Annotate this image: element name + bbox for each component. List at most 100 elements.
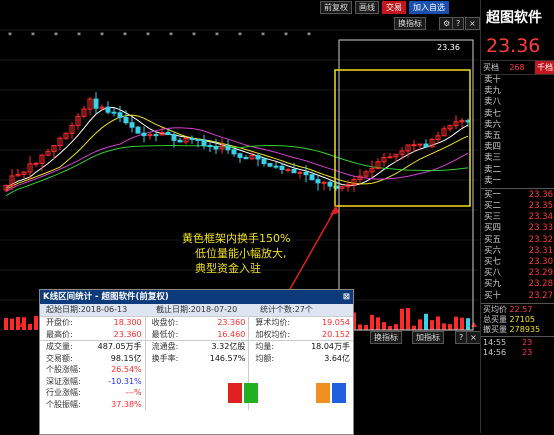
buy-unit-button[interactable]: 千档 (535, 61, 554, 74)
tick-row: 14:56 23 (483, 347, 533, 357)
stat-cell: 成交量: 487.05万手 (40, 340, 145, 353)
buy-count: 268 (509, 63, 525, 72)
order-depth-header: 买档 268 千档 (481, 60, 554, 75)
range-stats-dialog: K线区间统计 - 超图软件(前复权) ⊠ 起始日期:2018-06-13 截止日期… (39, 289, 354, 435)
dialog-title: K线区间统计 - 超图软件(前复权) ⊠ (40, 290, 353, 304)
stat-cell: 开盘价: 18.300 (46, 318, 142, 327)
start-date: 起始日期:2018-06-13 (46, 305, 128, 314)
sells-row: 卖六 (481, 120, 554, 131)
stat-cell: 个股振幅: 37.38% (46, 399, 142, 409)
help-icon[interactable]: ? (452, 17, 465, 30)
dialog-header-row: 起始日期:2018-06-13 截止日期:2018-07-20 统计个数:27个 (40, 304, 353, 316)
buys-row: 买四 23.33 (481, 223, 554, 234)
sells-label: 卖五 (484, 130, 502, 141)
buys-row: 买七 23.30 (481, 257, 554, 268)
annotation-line-2: 低位量能小幅放大, (195, 246, 287, 260)
svg-text:*: * (54, 31, 58, 40)
sells-row: 卖九 (481, 86, 554, 97)
buys-label: 买三 (484, 212, 502, 223)
close-icon[interactable]: × (465, 17, 480, 30)
buys-label: 买八 (484, 268, 502, 279)
buys-price: 23.31 (528, 245, 553, 256)
buys-price: 23.32 (528, 234, 553, 245)
buys-price: 23.29 (528, 268, 553, 279)
sells-label: 卖四 (484, 142, 502, 153)
stat-cell: 流通盘: 3.32亿股 (145, 340, 249, 353)
top-price-label: 23.36 (437, 43, 460, 52)
sells-label: 卖三 (484, 153, 502, 164)
swap-indicator-bottom-button[interactable]: 换指标 (370, 331, 402, 344)
mini-bar-chart (146, 363, 351, 403)
fq-button[interactable]: 前复权 (320, 0, 352, 14)
svg-text:*: * (146, 31, 150, 40)
annotation-line-3: 典型资金入驻 (195, 261, 261, 275)
top-toolbar: 前复权 画线 交易 加入自选 (320, 0, 449, 14)
dialog-close-icon[interactable]: ⊠ (343, 290, 350, 304)
stats-col-1: 开盘价: 18.300 最高价: 23.360 成交量: 487.05万手 交易额: 98.1… (40, 317, 146, 410)
sells-label: 卖二 (484, 164, 502, 175)
sells-label: 卖六 (484, 119, 502, 130)
end-date: 截止日期:2018-07-20 (156, 305, 238, 314)
stat-cell: 算术均价: 19.054 (255, 318, 350, 327)
svg-text:*: * (238, 31, 242, 40)
trade-button[interactable]: 交易 (382, 0, 406, 14)
sells-row: 卖三 (481, 153, 554, 164)
buys-row: 买二 23.35 (481, 201, 554, 212)
buys-row: 买五 23.32 (481, 235, 554, 246)
buys-label: 买五 (484, 234, 502, 245)
sells-row: 卖十 (481, 75, 554, 86)
buys-row: 买一 23.36 (481, 190, 554, 201)
sells-label: 卖七 (484, 108, 502, 119)
buys-label: 买四 (484, 223, 502, 234)
add-indicator-button[interactable]: 加指标 (412, 331, 444, 344)
avg-buy-row: 买均价 22.57 (483, 304, 533, 314)
buys-label: 买六 (484, 245, 502, 256)
stat-cell: 个股涨幅: 26.54% (46, 365, 142, 374)
svg-text:*: * (284, 31, 288, 40)
buy-label: 买档 (483, 63, 499, 72)
swap-indicator-top-button[interactable]: 换指标 (394, 17, 426, 30)
sells-row: 卖四 (481, 142, 554, 153)
buys-price: 23.35 (528, 201, 553, 212)
sell-orders: 卖十 卖九 卖八 卖七 卖六 卖五 卖四 卖三 卖二 卖一 (481, 75, 554, 187)
stat-cell: 最高价: 23.360 (46, 329, 142, 339)
buys-row: 买十 23.27 (481, 291, 554, 302)
sells-row: 卖一 (481, 176, 554, 187)
svg-text:*: * (169, 31, 173, 40)
close-icon-bottom[interactable]: × (466, 331, 481, 344)
buys-row: 买三 23.34 (481, 212, 554, 223)
svg-text:*: * (31, 31, 35, 40)
svg-text:*: * (77, 31, 81, 40)
svg-text:*: * (192, 31, 196, 40)
sells-label: 卖一 (484, 175, 502, 186)
buys-price: 23.30 (528, 257, 553, 267)
svg-text:*: * (8, 31, 12, 40)
sells-row: 卖八 (481, 97, 554, 108)
stat-count: 统计个数:27个 (260, 305, 313, 314)
buys-price: 23.28 (528, 279, 553, 290)
svg-text:*: * (215, 31, 219, 40)
stat-cell: 深证涨幅: -10.31% (46, 376, 142, 386)
tick-row: 14:55 23 (483, 337, 533, 347)
buys-label: 买一 (484, 189, 502, 200)
draw-button[interactable]: 画线 (355, 0, 379, 14)
buys-price: 23.27 (528, 290, 553, 301)
buys-row: 买六 23.31 (481, 246, 554, 257)
stat-cell: 均量: 18.04万手 (249, 340, 353, 353)
sells-row: 卖二 (481, 165, 554, 176)
tick-list: 14:55 23 14:56 23 (481, 338, 554, 358)
buys-row: 买八 23.29 (481, 268, 554, 279)
buys-price: 23.34 (528, 212, 553, 223)
add-watch-button[interactable]: 加入自选 (409, 0, 449, 14)
buys-label: 买十 (484, 290, 502, 301)
svg-text:*: * (123, 31, 127, 40)
buys-label: 买九 (484, 279, 502, 290)
stock-name: 超图软件 (486, 10, 542, 26)
buys-price: 23.36 (528, 189, 553, 200)
total-buy-row: 总买量 27105 (483, 314, 535, 324)
stat-cell: 最低价: 16.460 (151, 329, 246, 339)
buys-price: 23.33 (528, 223, 553, 234)
sells-label: 卖八 (484, 97, 502, 108)
sells-label: 卖十 (484, 75, 502, 85)
stat-cell: 交易额: 98.15亿 (46, 353, 142, 363)
